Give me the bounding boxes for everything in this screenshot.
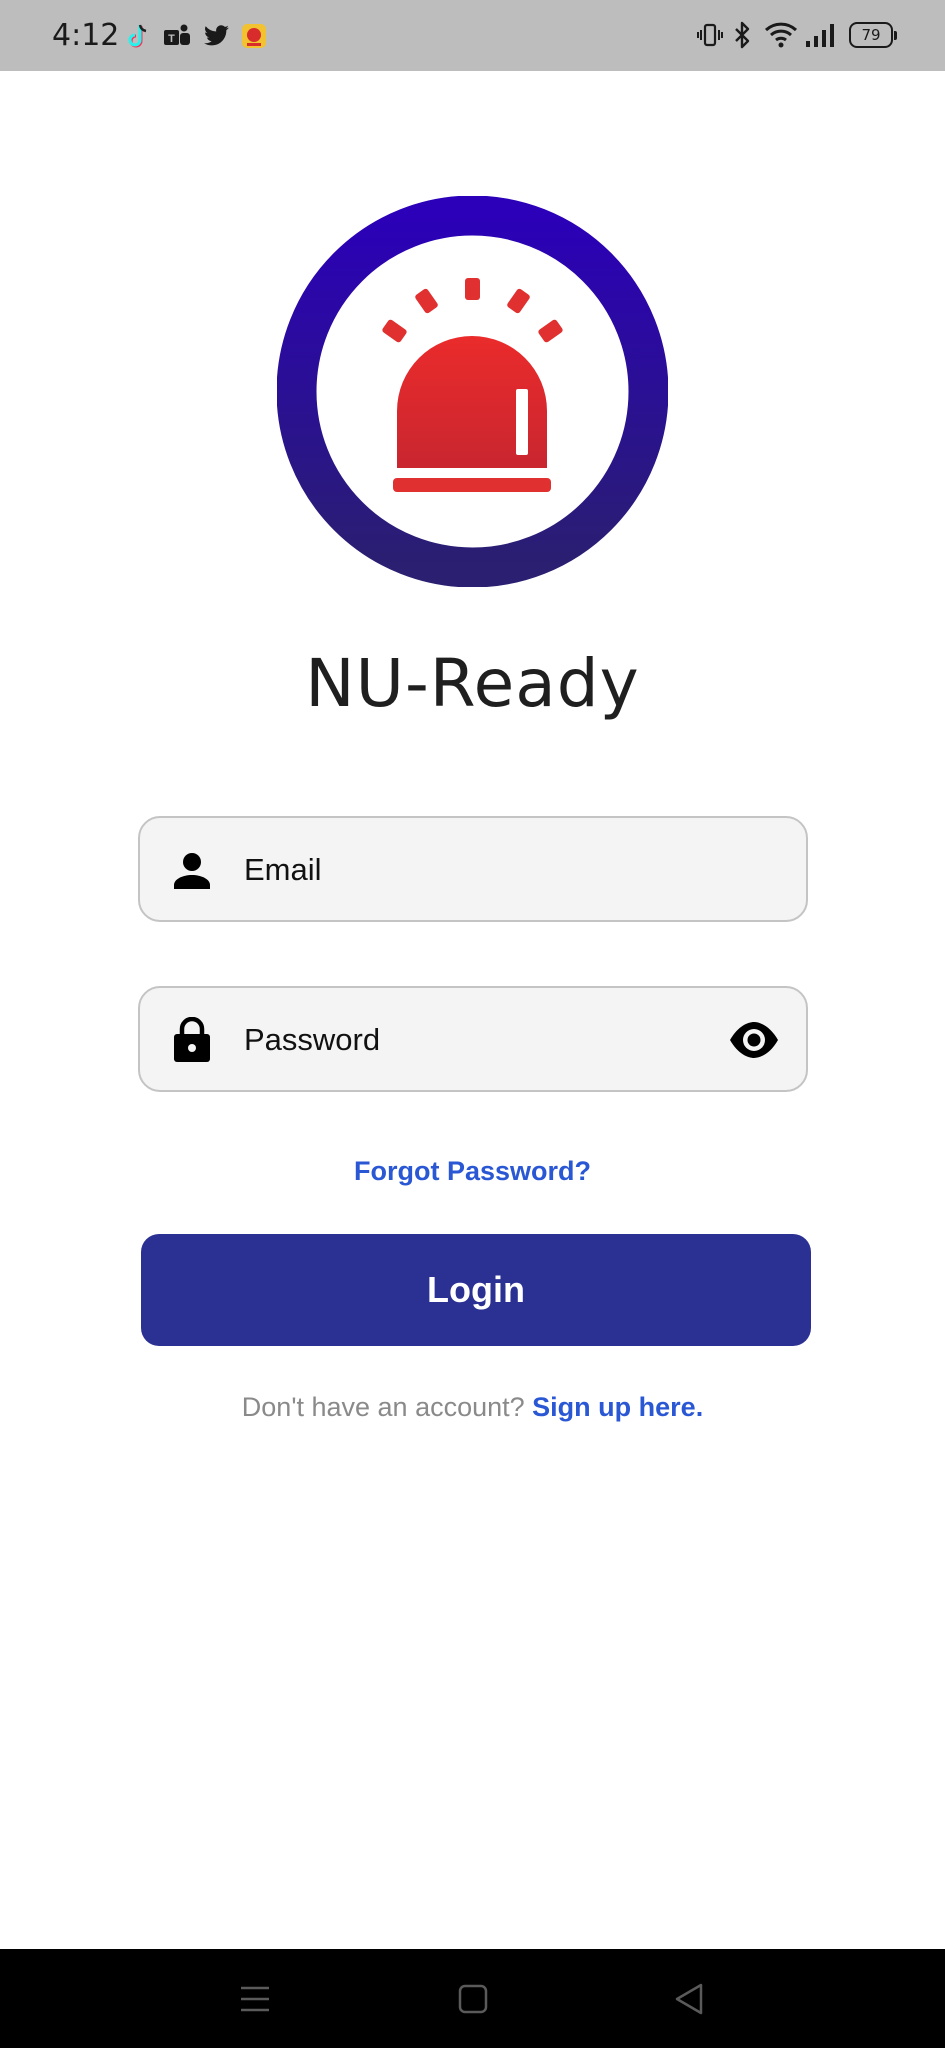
teams-icon: T [162,22,192,50]
login-button[interactable]: Login [141,1234,811,1346]
bluetooth-icon [732,20,752,50]
app-logo [276,195,669,588]
wifi-icon [764,20,798,50]
app-title: NU-Ready [305,645,640,722]
home-icon[interactable] [453,1979,493,2019]
email-input[interactable] [244,840,684,900]
battery-indicator: 79 [849,22,897,48]
password-field[interactable] [138,986,808,1092]
menu-icon[interactable] [235,1979,275,2019]
twitter-icon [203,22,231,50]
back-icon[interactable] [669,1979,709,2019]
tiktok-icon [126,22,150,50]
svg-text:T: T [168,33,175,45]
lock-icon [174,1017,210,1062]
vibrate-icon [697,20,723,50]
app-badge-icon [240,22,268,50]
forgot-password-link[interactable]: Forgot Password? [0,1156,945,1187]
status-time: 4:12 [52,18,120,53]
person-icon [174,853,210,889]
show-password-icon[interactable] [728,1016,780,1064]
status-bar: 4:12 T 79 [0,0,945,71]
navigation-bar [0,1949,945,2048]
signal-icon [805,20,835,50]
password-input[interactable] [244,1010,684,1070]
signup-link[interactable]: Sign up here. [532,1392,703,1422]
email-field[interactable] [138,816,808,922]
signup-prompt-line: Don't have an account? Sign up here. [0,1392,945,1423]
signup-prompt-text: Don't have an account? [241,1392,525,1422]
